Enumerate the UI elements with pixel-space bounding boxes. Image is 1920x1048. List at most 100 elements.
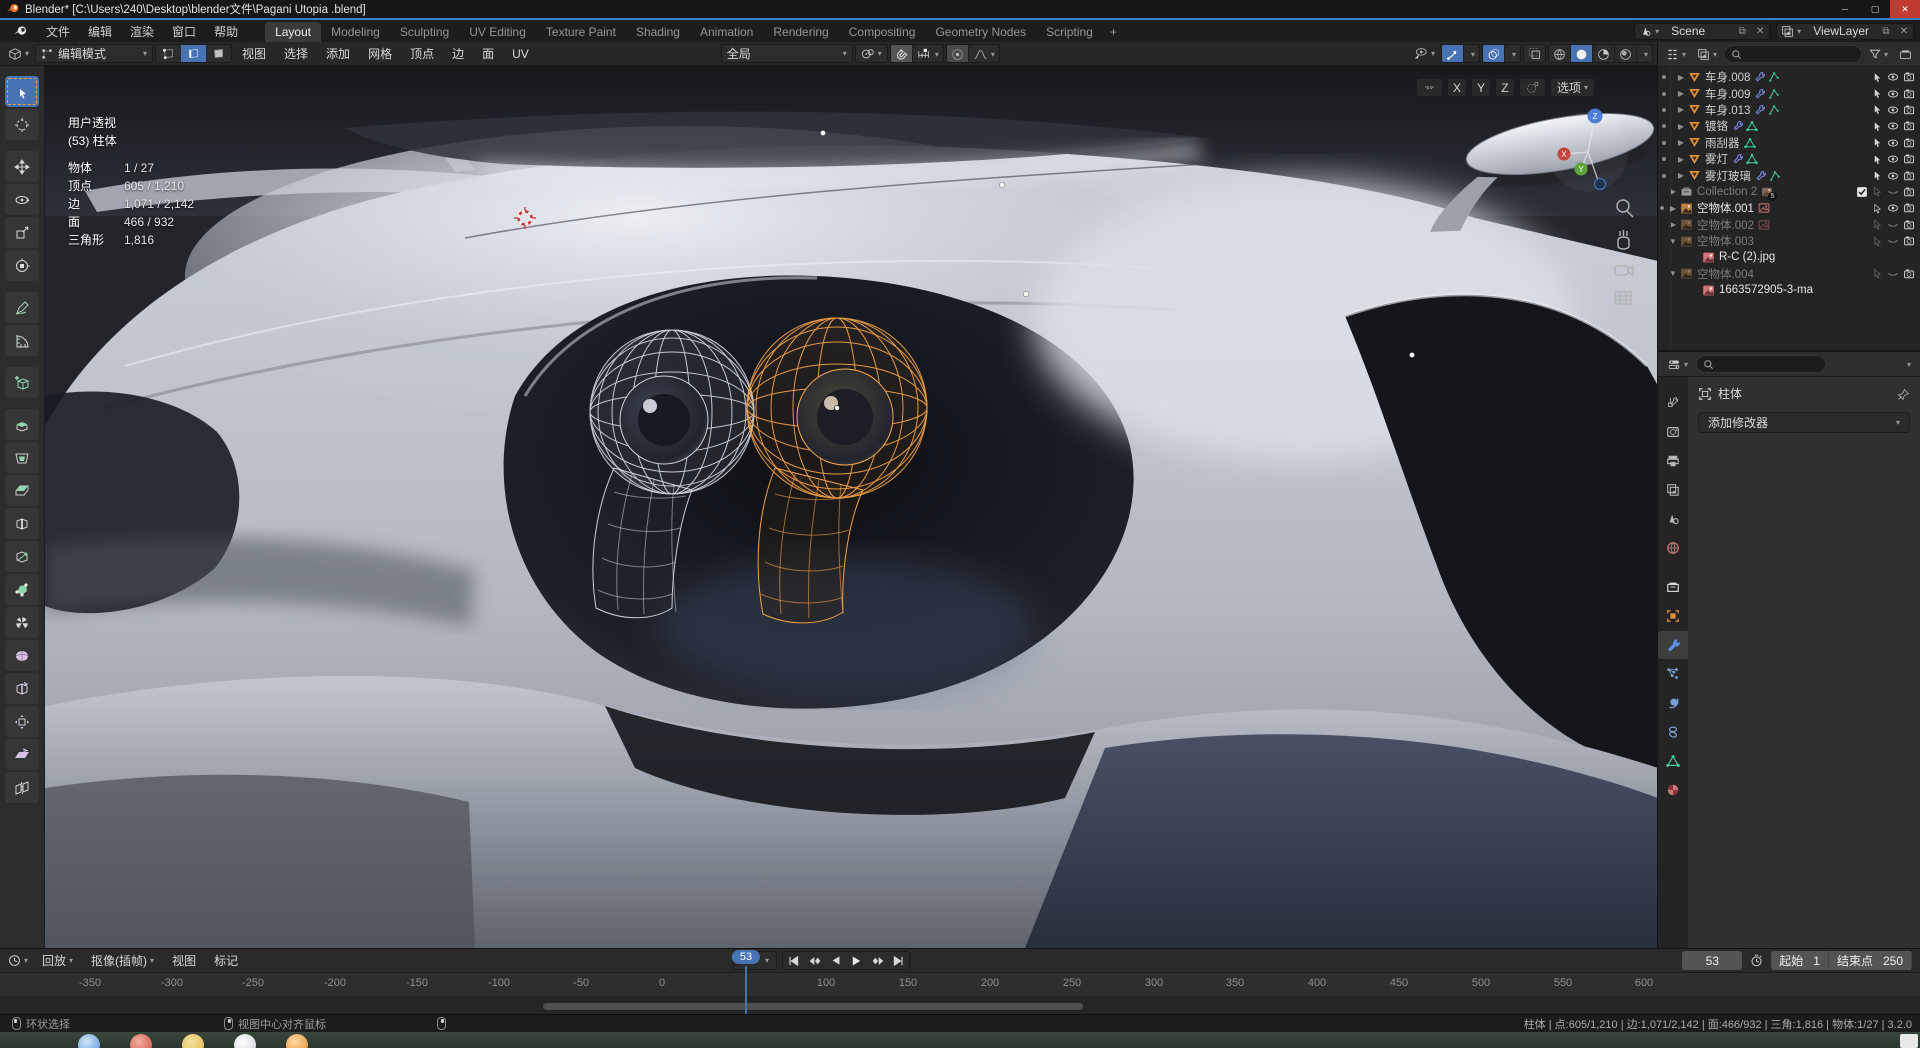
outliner-filter-dropdown[interactable]: ▾ [1865,45,1892,64]
viewlayer-name[interactable]: ViewLayer [1805,24,1877,38]
render-camera-icon[interactable] [1903,268,1915,280]
shading-solid-button[interactable] [1570,45,1593,62]
outliner-row-mesh[interactable]: ▶ 雨刮器 [1658,135,1920,151]
tab-view-layer[interactable] [1658,476,1688,504]
show-desktop-button[interactable] [1900,1034,1918,1048]
collection-checkbox[interactable] [1856,186,1868,198]
tab-texture-paint[interactable]: Texture Paint [536,22,626,42]
tab-object-data[interactable] [1658,747,1688,775]
outliner-row-mesh[interactable]: ▶ 镀铬 [1658,118,1920,134]
pin-icon[interactable] [1897,386,1910,401]
play-reverse-button[interactable] [825,952,846,969]
tab-tool[interactable] [1658,389,1688,417]
tool-move[interactable] [5,151,39,182]
tool-inset-faces[interactable] [5,442,39,473]
render-camera-icon[interactable] [1903,88,1915,100]
proportional-falloff-dropdown[interactable]: ▾ [968,45,999,62]
editor-type-button[interactable]: ▾ [4,44,33,63]
close-button[interactable]: ✕ [1890,0,1920,18]
xray-toggle[interactable] [1522,44,1546,63]
blender-app-menu[interactable] [4,24,37,39]
overlays-dropdown[interactable]: ▾ [1504,45,1520,62]
tab-physics[interactable] [1658,689,1688,717]
tab-uv-editing[interactable]: UV Editing [459,22,536,42]
timeline-ruler[interactable]: -350 -300 -250 -200 -150 -100 -50 0 100 … [0,973,1920,997]
maximize-button[interactable]: ▢ [1860,0,1890,18]
jump-to-end-button[interactable] [888,952,909,969]
tab-geometry-nodes[interactable]: Geometry Nodes [925,22,1036,42]
viewlayer-browse-button[interactable]: ▾ [1777,24,1805,39]
outliner-row-empty[interactable]: ▶ 空物体.002 [1658,217,1920,233]
expand-icon[interactable]: ▶ [1674,171,1688,180]
shading-dropdown[interactable]: ▾ [1636,45,1652,62]
outliner-search-input[interactable] [1724,45,1862,63]
render-camera-icon[interactable] [1903,104,1915,116]
outliner-row-mesh[interactable]: ▶ 雾灯玻璃 [1658,167,1920,183]
menu-view[interactable]: 视图 [234,44,274,63]
tool-extrude-region[interactable] [5,409,39,440]
hide-eye-icon[interactable] [1887,137,1899,149]
scene-browse-button[interactable]: ▾ [1635,24,1663,39]
timeline-scrollbar[interactable] [543,1003,1083,1010]
properties-search-input[interactable] [1696,355,1827,373]
axis-z-button[interactable]: Z [1494,78,1515,97]
selectable-icon[interactable] [1872,154,1883,165]
hide-eye-closed-icon[interactable] [1887,268,1899,280]
scene-unlink-button[interactable]: ✕ [1751,24,1769,39]
outliner-row-image-data[interactable]: R-C (2).jpg [1658,249,1920,265]
selectable-icon[interactable] [1872,219,1883,230]
menu-marker[interactable]: 标记 [206,951,246,970]
scene-name[interactable]: Scene [1663,24,1733,38]
tool-measure[interactable] [5,325,39,356]
tab-modifiers[interactable] [1658,631,1688,659]
shading-wireframe-button[interactable] [1548,45,1571,62]
pivot-point-dropdown[interactable]: ▾ [854,44,888,63]
outliner-row-mesh[interactable]: ▶ 车身.009 [1658,85,1920,101]
tab-world[interactable] [1658,534,1688,562]
current-frame-field[interactable]: 53 [1682,951,1743,970]
tool-transform[interactable] [5,250,39,281]
render-camera-icon[interactable] [1903,219,1915,231]
tool-poly-build[interactable] [5,574,39,605]
viewport-3d-scene[interactable]: Z X Y [45,66,1657,948]
gizmo-z-neg-axis[interactable] [1594,178,1606,190]
gizmo-dropdown[interactable]: ▾ [1463,45,1479,62]
tab-rendering[interactable]: Rendering [763,22,838,42]
expand-icon[interactable]: ▶ [1674,155,1688,164]
render-camera-icon[interactable] [1903,202,1915,214]
outliner-row-image-data[interactable]: 1663572905-3-ma [1658,282,1920,298]
expand-icon[interactable]: ▶ [1674,105,1688,114]
menu-edge[interactable]: 边 [444,44,472,63]
show-overlays-toggle[interactable] [1482,45,1505,62]
render-camera-icon[interactable] [1903,137,1915,149]
add-workspace-button[interactable]: + [1103,22,1124,42]
menu-window[interactable]: 窗口 [163,23,205,40]
outliner-row-collection[interactable]: ▶ Collection 2 5 [1658,184,1920,201]
menu-keying[interactable]: 抠像(插帧) ▾ [83,951,162,970]
tool-add-cube[interactable] [5,367,39,398]
expand-icon[interactable]: ▶ [1674,89,1688,98]
mirror-toggle[interactable] [1415,78,1443,97]
tool-scale[interactable] [5,217,39,248]
menu-add[interactable]: 添加 [318,44,358,63]
menu-mesh[interactable]: 网格 [360,44,400,63]
render-camera-icon[interactable] [1903,235,1915,247]
taskbar-app-icon[interactable] [286,1034,308,1048]
expand-icon[interactable]: ▶ [1674,138,1688,147]
menu-view-timeline[interactable]: 视图 [164,951,204,970]
tab-animation[interactable]: Animation [690,22,763,42]
tab-sculpting[interactable]: Sculpting [390,22,459,42]
expand-icon[interactable]: ▶ [1666,204,1680,213]
properties-editor-type-button[interactable]: ▾ [1663,355,1692,374]
menu-face[interactable]: 面 [474,44,502,63]
outliner-editor-type-button[interactable]: ▾ [1662,45,1690,64]
tool-select-box[interactable] [5,76,39,107]
expand-icon[interactable]: ▶ [1674,73,1688,82]
menu-select[interactable]: 选择 [276,44,316,63]
selectable-icon[interactable] [1872,72,1883,83]
hide-eye-icon[interactable] [1887,202,1899,214]
outliner-row-mesh[interactable]: ▶ 车身.008 [1658,69,1920,85]
menu-file[interactable]: 文件 [37,23,79,40]
hide-eye-closed-icon[interactable] [1887,235,1899,247]
render-camera-icon[interactable] [1903,153,1915,165]
